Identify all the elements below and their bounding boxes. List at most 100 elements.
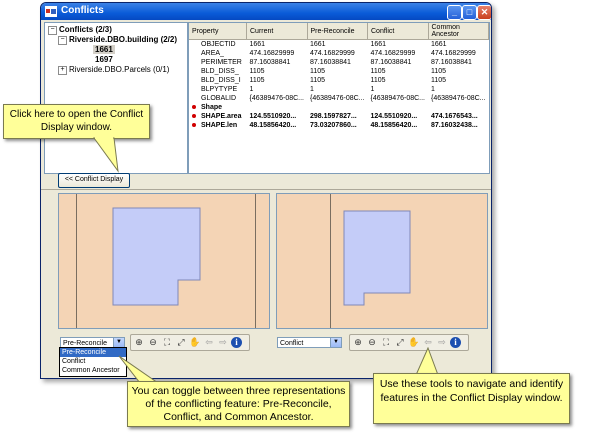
- property-value-cell: 1105: [249, 68, 265, 75]
- collapse-icon[interactable]: −: [58, 36, 67, 45]
- dropdown-option-pre-reconcile[interactable]: Pre-Reconcile: [60, 348, 126, 357]
- property-value-cell: 1: [431, 86, 435, 93]
- dropdown-arrow-icon[interactable]: ▼: [113, 338, 124, 347]
- property-name-cell: SHAPE.len: [189, 121, 247, 130]
- callout-conflict-display: Click here to open the Conflict Display …: [3, 104, 150, 139]
- maximize-button[interactable]: □: [462, 5, 477, 20]
- column-header-conflict[interactable]: Conflict: [367, 23, 429, 40]
- conflict-map-view[interactable]: [276, 193, 488, 329]
- right-select-value: Conflict: [280, 340, 304, 347]
- conflict-feature[interactable]: [277, 194, 487, 328]
- zoom-in-icon[interactable]: ⊕: [352, 337, 364, 348]
- property-name-cell: Shape: [189, 103, 247, 112]
- property-value-cell: 298.1597827...: [310, 113, 357, 120]
- left-select-value: Pre-Reconcile: [63, 340, 107, 347]
- property-name-cell: OBJECTID: [189, 40, 247, 50]
- dropdown-arrow-icon[interactable]: ▼: [330, 338, 341, 347]
- pre-reconcile-map-view[interactable]: [58, 193, 270, 329]
- property-name-cell: PERIMETER: [189, 58, 247, 67]
- property-value-cell: 1: [310, 86, 314, 93]
- property-row[interactable]: OBJECTID 1661 1661 1661 1661: [189, 40, 489, 50]
- full-extent-icon[interactable]: ⛶: [161, 337, 173, 348]
- tree-item-1661[interactable]: 1661: [93, 45, 115, 54]
- title-bar[interactable]: Conflicts _ □ ✕: [41, 3, 491, 20]
- property-value-cell: 1105: [310, 77, 326, 84]
- callout-navigation-tools: Use these tools to navigate and identify…: [373, 373, 570, 424]
- fixed-zoom-icon[interactable]: ⤢: [175, 337, 187, 348]
- property-value-cell: 73.03207860...: [310, 122, 357, 129]
- close-button[interactable]: ✕: [477, 5, 491, 20]
- full-extent-icon[interactable]: ⛶: [380, 337, 392, 348]
- property-value-cell: 48.15856420...: [249, 122, 297, 129]
- property-row[interactable]: SHAPE.len 48.15856420... 73.03207860... 48.…: [189, 121, 489, 130]
- left-map-toolbar: ⊕ ⊖ ⛶ ⤢ ✋ ⇦ ⇨ i: [130, 334, 250, 351]
- property-value-cell: 1: [249, 86, 254, 93]
- property-grid[interactable]: Property Current Pre-Reconcile Conflict …: [188, 22, 490, 174]
- property-value-cell: 87.16038841: [431, 59, 472, 66]
- property-row[interactable]: BLD_DISS_ 1105 1105 1105 1105: [189, 67, 489, 76]
- column-header-pre-reconcile[interactable]: Pre-Reconcile: [307, 23, 368, 40]
- property-value-cell: 1105: [431, 68, 447, 75]
- property-value-cell: 1105: [370, 68, 386, 75]
- tree-root-conflicts[interactable]: Conflicts (2/3): [59, 25, 112, 34]
- property-row[interactable]: SHAPE.area 124.5510920... 298.1597827... 12…: [189, 112, 489, 121]
- minimize-button[interactable]: _: [447, 5, 462, 20]
- property-value-cell: [368, 103, 429, 112]
- conflicts-app-icon: [45, 6, 57, 17]
- property-row[interactable]: BLD_DISS_I 1105 1105 1105 1105: [189, 76, 489, 85]
- fixed-zoom-icon[interactable]: ⤢: [394, 337, 406, 348]
- pre-reconcile-feature[interactable]: [59, 194, 269, 328]
- property-row[interactable]: GLOBALID {46389476-08C... {46389476-08C...…: [189, 94, 489, 103]
- back-icon[interactable]: ⇦: [203, 337, 215, 348]
- property-value-cell: 87.16038841: [310, 59, 351, 66]
- property-value-cell: 87.16032438...: [431, 122, 478, 129]
- representation-dropdown-list: Pre-Reconcile Conflict Common Ancestor: [59, 347, 127, 377]
- dropdown-option-conflict[interactable]: Conflict: [60, 357, 126, 366]
- property-value-cell: 48.15856420...: [370, 122, 418, 129]
- collapse-icon[interactable]: −: [48, 26, 57, 35]
- identify-icon[interactable]: i: [231, 337, 242, 348]
- property-value-cell: 1661: [310, 41, 326, 48]
- identify-icon[interactable]: i: [450, 337, 461, 348]
- column-header-property[interactable]: Property: [189, 23, 247, 40]
- expand-icon[interactable]: +: [58, 66, 67, 75]
- forward-icon[interactable]: ⇨: [217, 337, 229, 348]
- dropdown-option-common-ancestor[interactable]: Common Ancestor: [60, 366, 126, 375]
- property-row[interactable]: AREA_ 474.16829999 474.16829999 474.1682999…: [189, 49, 489, 58]
- property-value-cell: 87.16038841: [370, 59, 412, 66]
- property-name-cell: AREA_: [189, 49, 247, 58]
- tree-item-1697[interactable]: 1697: [93, 55, 115, 64]
- property-value-cell: 474.16829999: [310, 50, 355, 57]
- property-row[interactable]: Shape: [189, 103, 489, 112]
- tree-class-building[interactable]: Riverside.DBO.building (2/2): [69, 35, 177, 44]
- property-value-cell: [247, 103, 308, 112]
- property-name: GLOBALID: [201, 95, 237, 102]
- property-name: SHAPE.area: [201, 113, 242, 120]
- pan-icon[interactable]: ✋: [189, 337, 201, 348]
- zoom-in-icon[interactable]: ⊕: [133, 337, 145, 348]
- column-header-current[interactable]: Current: [246, 23, 308, 40]
- property-name-cell: BLPYTYPE: [189, 85, 247, 94]
- conflict-display-button[interactable]: << Conflict Display: [58, 173, 130, 188]
- property-name: SHAPE.len: [201, 122, 238, 129]
- property-name: Shape: [201, 104, 223, 111]
- property-name: BLPYTYPE: [201, 86, 238, 93]
- zoom-out-icon[interactable]: ⊖: [147, 337, 159, 348]
- tree-class-parcels[interactable]: Riverside.DBO.Parcels (0/1): [69, 65, 169, 74]
- property-name-cell: BLD_DISS_: [189, 67, 247, 76]
- pane-divider[interactable]: [41, 189, 491, 190]
- zoom-out-icon[interactable]: ⊖: [366, 337, 378, 348]
- property-value-cell: {46389476-08C...: [370, 95, 426, 102]
- property-value-cell: {46389476-08C...: [249, 95, 305, 102]
- property-row[interactable]: BLPYTYPE 1 1 1 1: [189, 85, 489, 94]
- property-value-cell: {46389476-08C...: [310, 95, 365, 102]
- property-value-cell: 474.1676543...: [431, 113, 478, 120]
- property-name: BLD_DISS_: [201, 68, 239, 75]
- property-value-cell: 1661: [249, 41, 266, 48]
- callout-representations: You can toggle between three representat…: [127, 381, 350, 427]
- right-representation-select[interactable]: Conflict ▼: [277, 337, 342, 348]
- column-header-common-ancestor[interactable]: Common Ancestor: [428, 23, 489, 40]
- property-name: AREA_: [201, 50, 224, 57]
- property-value-cell: [428, 103, 489, 112]
- property-row[interactable]: PERIMETER 87.16038841 87.16038841 87.160388…: [189, 58, 489, 67]
